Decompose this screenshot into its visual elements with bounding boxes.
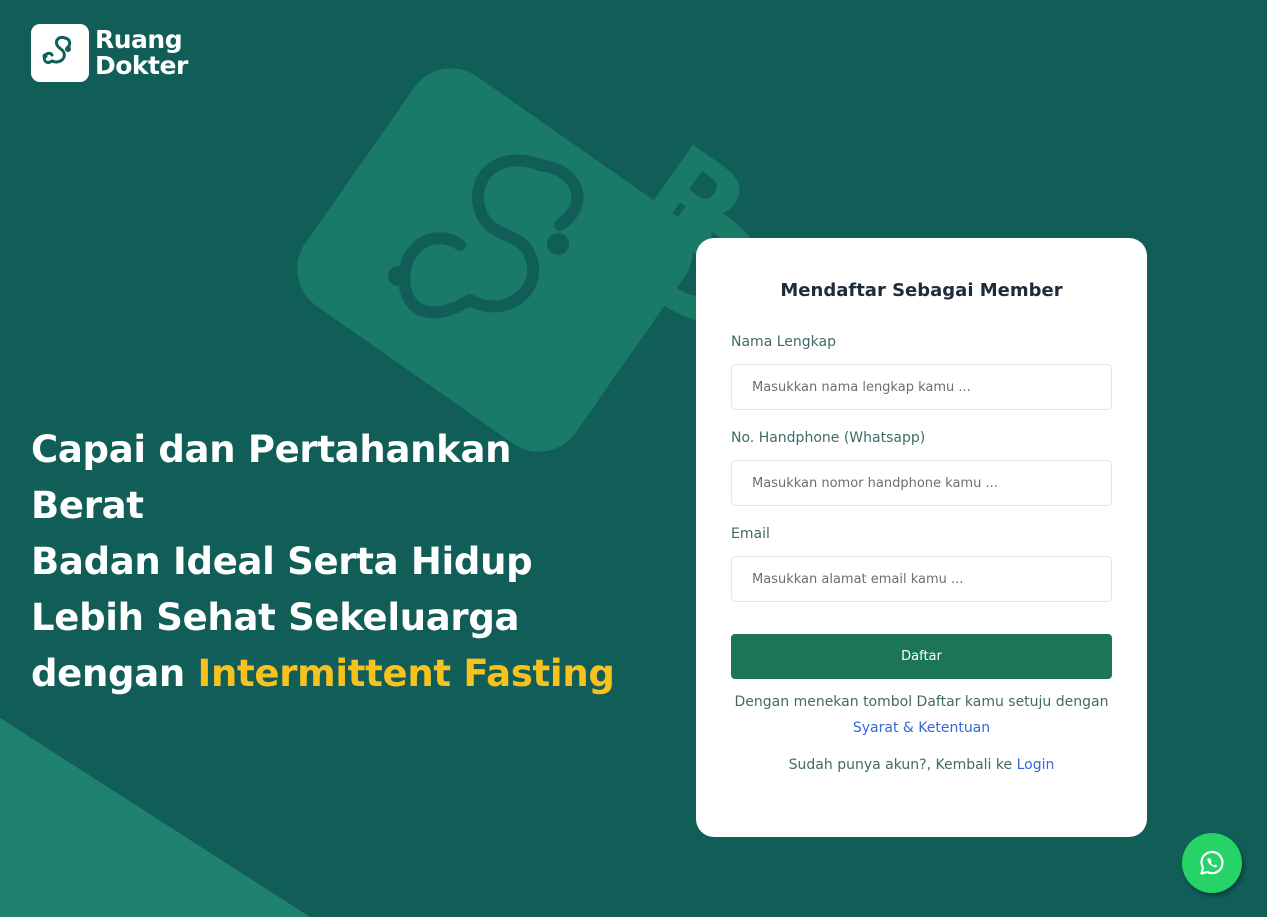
brand-line-1: Ruang [95,25,183,54]
name-label: Nama Lengkap [731,334,836,350]
hero-line-2: Badan Ideal Serta Hidup [31,540,533,583]
phone-label: No. Handphone (Whatsapp) [731,430,926,446]
stethoscope-icon [31,24,89,82]
terms-text: Dengan menekan tombol Daftar kamu setuju… [734,694,1109,710]
email-input[interactable] [731,556,1112,602]
brand-name: Ruang Dokter [95,27,188,79]
hero-line-1: Capai dan Pertahankan Berat [31,428,512,527]
whatsapp-button[interactable] [1182,833,1242,893]
hero-line-3: Lebih Sehat Sekeluarga [31,596,520,639]
hero-line-4: dengan Intermittent Fasting [31,646,631,702]
login-text: Sudah punya akun?, Kembali ke [788,757,1017,773]
brand-line-2: Dokter [95,51,188,80]
hero-accent-text: Intermittent Fasting [197,652,615,695]
phone-input[interactable] [731,460,1112,506]
name-input[interactable] [731,364,1112,410]
terms-link[interactable]: Syarat & Ketentuan [853,720,990,736]
register-button[interactable]: Daftar [731,634,1112,679]
registration-card: Mendaftar Sebagai Member Nama Lengkap No… [696,238,1147,837]
email-label: Email [731,526,770,542]
brand-logo[interactable]: Ruang Dokter [31,24,188,82]
form-title: Mendaftar Sebagai Member [780,280,1063,301]
hero-heading: Capai dan Pertahankan Berat Badan Ideal … [31,422,631,702]
login-link[interactable]: Login [1017,757,1055,773]
terms-notice: Dengan menekan tombol Daftar kamu setuju… [696,689,1147,741]
whatsapp-icon [1200,850,1224,875]
hero-line-4-prefix: dengan [31,652,198,695]
login-prompt: Sudah punya akun?, Kembali ke Login [696,757,1147,773]
